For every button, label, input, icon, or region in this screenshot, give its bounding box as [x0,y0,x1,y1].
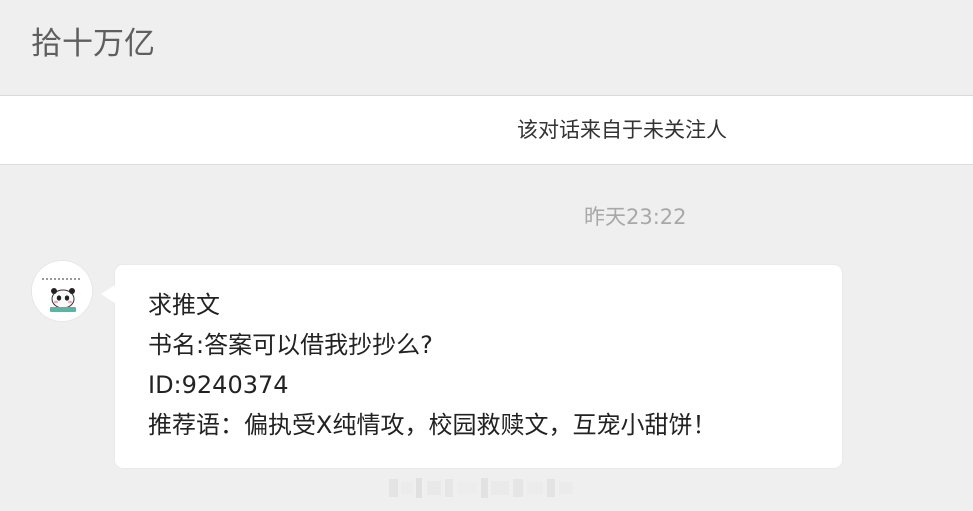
chat-page: 拾十万亿 该对话来自于未关注人 昨天23:22 求推文 书名:答案可以借我抄抄么… [0,0,973,511]
notice-bar: 该对话来自于未关注人 [0,96,973,165]
notice-text: 该对话来自于未关注人 [517,118,727,142]
message-bubble[interactable]: 求推文 书名:答案可以借我抄抄么? ID:9240374 推荐语：偏执受X纯情攻… [101,265,842,468]
message-line: 推荐语：偏执受X纯情攻，校园救赎文，互宠小甜饼！ [148,411,717,439]
panda-sticker-avatar-icon [32,261,92,321]
sender-avatar[interactable] [32,261,92,321]
chat-title: 拾十万亿 [31,26,155,62]
message-line: ID:9240374 [148,371,289,399]
message-line: 书名:答案可以借我抄抄么? [148,331,433,359]
message-timestamp: 昨天23:22 [584,205,687,229]
message-line: 求推文 [148,291,220,319]
chat-header: 拾十万亿 [0,0,973,96]
blurred-watermark [389,478,573,498]
